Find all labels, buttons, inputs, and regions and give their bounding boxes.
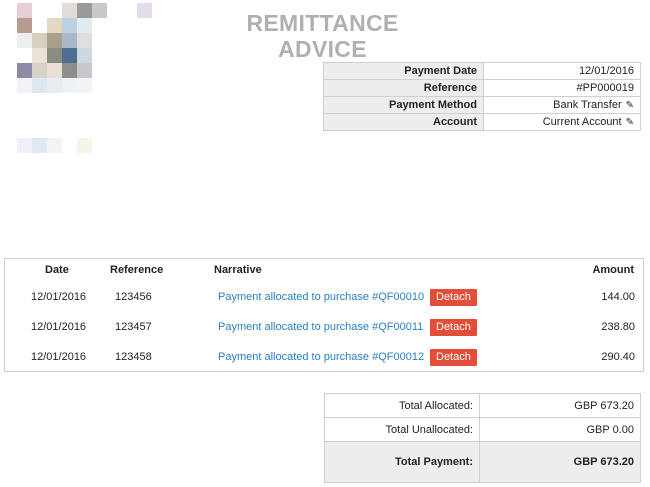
row-narrative-link[interactable]: Payment allocated to purchase #QF00010 xyxy=(218,291,424,303)
account-row: Account Current Account ✎ xyxy=(323,113,641,131)
row-reference: 123457 xyxy=(115,321,152,333)
total-payment-row: Total Payment: GBP 673.20 xyxy=(324,441,641,483)
row-amount: 290.40 xyxy=(601,351,635,363)
reference-row: Reference #PP000019 xyxy=(323,79,641,97)
row-amount: 238.80 xyxy=(601,321,635,333)
detach-button[interactable]: Detach xyxy=(430,319,477,336)
payment-date-value: 12/01/2016 xyxy=(483,62,641,80)
totals-table: Total Allocated: GBP 673.20 Total Unallo… xyxy=(324,393,641,483)
total-unallocated-value: GBP 0.00 xyxy=(479,417,641,442)
detach-button[interactable]: Detach xyxy=(430,289,477,306)
document-title: REMITTANCE ADVICE xyxy=(235,10,410,62)
account-cell: Current Account ✎ xyxy=(483,113,641,131)
payment-date-label: Payment Date xyxy=(323,62,484,80)
row-amount: 144.00 xyxy=(601,291,635,303)
row-date: 12/01/2016 xyxy=(31,351,87,363)
account-label: Account xyxy=(323,113,484,131)
total-payment-label: Total Payment: xyxy=(324,441,480,483)
column-header-amount: Amount xyxy=(592,264,634,276)
total-allocated-value: GBP 673.20 xyxy=(479,393,641,418)
column-header-narrative: Narrative xyxy=(214,264,262,276)
total-allocated-label: Total Allocated: xyxy=(324,393,480,418)
title-line-2: ADVICE xyxy=(278,36,367,62)
row-narrative-link[interactable]: Payment allocated to purchase #QF00012 xyxy=(218,351,424,363)
edit-pencil-icon[interactable]: ✎ xyxy=(626,117,634,128)
column-header-reference: Reference xyxy=(110,264,164,276)
row-reference: 123458 xyxy=(115,351,152,363)
payment-details-table: Payment Date 12/01/2016 Reference #PP000… xyxy=(323,62,641,131)
payment-method-label: Payment Method xyxy=(323,96,484,114)
row-date: 12/01/2016 xyxy=(31,291,87,303)
total-allocated-row: Total Allocated: GBP 673.20 xyxy=(324,393,641,418)
payment-method-cell: Bank Transfer ✎ xyxy=(483,96,641,114)
total-unallocated-row: Total Unallocated: GBP 0.00 xyxy=(324,417,641,442)
payment-method-value: Bank Transfer xyxy=(553,99,622,111)
allocations-panel: Date Reference Narrative Amount 12/01/20… xyxy=(4,258,644,372)
payment-date-row: Payment Date 12/01/2016 xyxy=(323,62,641,80)
row-narrative-link[interactable]: Payment allocated to purchase #QF00011 xyxy=(218,321,423,333)
total-payment-value: GBP 673.20 xyxy=(479,441,641,483)
title-line-1: REMITTANCE xyxy=(246,10,399,36)
detach-button[interactable]: Detach xyxy=(430,349,477,366)
reference-label: Reference xyxy=(323,79,484,97)
payment-method-row: Payment Method Bank Transfer ✎ xyxy=(323,96,641,114)
total-unallocated-label: Total Unallocated: xyxy=(324,417,480,442)
company-logo xyxy=(17,3,153,155)
row-reference: 123456 xyxy=(115,291,152,303)
row-date: 12/01/2016 xyxy=(31,321,87,333)
reference-value: #PP000019 xyxy=(483,79,641,97)
edit-pencil-icon[interactable]: ✎ xyxy=(626,100,634,111)
column-header-date: Date xyxy=(45,264,69,276)
account-value: Current Account xyxy=(542,116,622,128)
